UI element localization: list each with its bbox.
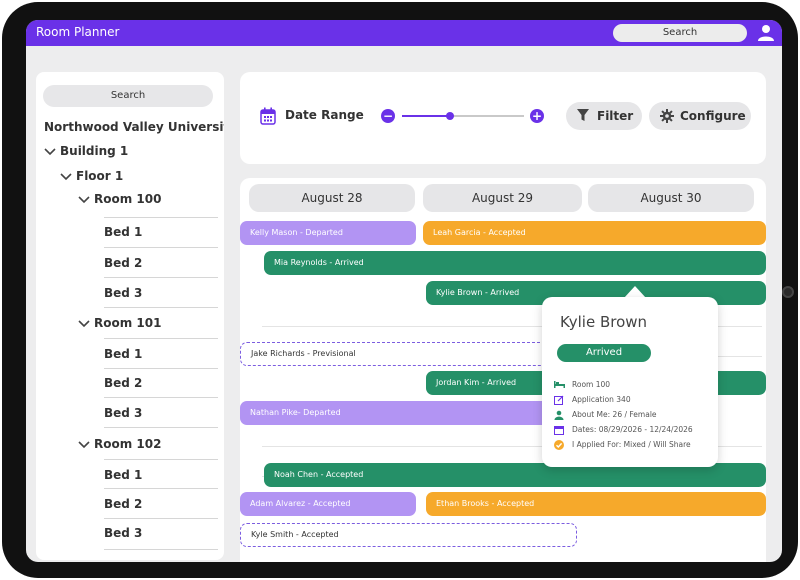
bed-icon: [554, 381, 565, 388]
booking-bar[interactable]: Nathan Pike- Departed: [240, 401, 580, 425]
sidebar-search-input[interactable]: Search: [43, 85, 213, 107]
divider: [104, 397, 218, 398]
tree-bed[interactable]: Bed 3: [104, 526, 142, 540]
divider: [104, 368, 218, 369]
popup-guest-name: Kylie Brown: [560, 313, 648, 331]
user-icon[interactable]: [756, 23, 776, 43]
tablet-frame: Room Planner Search Search Northwood Val…: [2, 2, 798, 578]
tree-bed[interactable]: Bed 2: [104, 376, 142, 390]
chevron-down-icon[interactable]: [60, 173, 72, 181]
camera-dot: [782, 286, 794, 298]
divider: [104, 549, 218, 550]
configure-button[interactable]: Configure: [649, 102, 751, 130]
divider: [104, 459, 218, 460]
divider: [104, 217, 218, 218]
divider: [104, 247, 218, 248]
booking-bar[interactable]: Kyle Smith - Accepted: [240, 523, 577, 547]
divider: [104, 338, 218, 339]
booking-bar[interactable]: Jake Richards - Previsional: [240, 342, 580, 366]
detail-text: Room 100: [572, 380, 611, 389]
detail-text: Dates: 08/29/2026 - 12/24/2026: [572, 425, 693, 434]
zoom-in-button[interactable]: +: [530, 109, 544, 123]
tree-bed[interactable]: Bed 3: [104, 406, 142, 420]
calendar-icon: [554, 426, 564, 435]
tree-building[interactable]: Building 1: [60, 144, 128, 158]
app-title: Room Planner: [36, 25, 120, 39]
sidebar: Search Northwood Valley University Build…: [36, 72, 224, 560]
booking-bar[interactable]: Leah Garcia - Accepted: [423, 221, 766, 245]
check-circle-icon: [554, 440, 564, 450]
detail-text: About Me: 26 / Female: [572, 410, 657, 419]
day-header: August 30: [588, 184, 754, 212]
person-icon: [554, 410, 564, 420]
chevron-down-icon[interactable]: [78, 320, 90, 328]
filter-button[interactable]: Filter: [566, 102, 642, 130]
booking-bar[interactable]: Adam Alvarez - Accepted: [240, 492, 416, 516]
divider: [104, 277, 218, 278]
tree-bed[interactable]: Bed 2: [104, 256, 142, 270]
top-bar: Room Planner Search: [26, 20, 782, 46]
day-header: August 28: [249, 184, 415, 212]
slider-fill: [402, 115, 450, 117]
gear-icon: [660, 109, 674, 123]
tree-bed[interactable]: Bed 1: [104, 225, 142, 239]
status-badge: Arrived: [557, 344, 651, 362]
booking-bar[interactable]: Kelly Mason - Departed: [240, 221, 416, 245]
edit-icon: [554, 395, 564, 405]
chevron-down-icon[interactable]: [78, 441, 90, 449]
detail-text: I Applied For: Mixed / Will Share: [572, 440, 691, 449]
date-range-label: Date Range: [285, 108, 364, 122]
slider-knob[interactable]: [445, 112, 454, 120]
booking-bar[interactable]: Mia Reynolds - Arrived: [264, 251, 766, 275]
tree-room-101[interactable]: Room 101: [94, 316, 161, 330]
divider: [104, 427, 218, 428]
tree-bed[interactable]: Bed 2: [104, 497, 142, 511]
tree-bed[interactable]: Bed 1: [104, 347, 142, 361]
tree-bed[interactable]: Bed 1: [104, 468, 142, 482]
detail-text: Application 340: [572, 395, 631, 404]
day-header: August 29: [423, 184, 582, 212]
tree-bed[interactable]: Bed 3: [104, 286, 142, 300]
chevron-down-icon[interactable]: [78, 196, 90, 204]
toolbar: Date Range − + Filter Configure: [240, 72, 766, 164]
divider: [104, 488, 218, 489]
filter-icon: [577, 109, 589, 121]
chevron-down-icon[interactable]: [44, 148, 56, 156]
tree-room-102[interactable]: Room 102: [94, 437, 161, 451]
zoom-out-button[interactable]: −: [381, 109, 395, 123]
app-screen: Room Planner Search Search Northwood Val…: [26, 20, 782, 562]
calendar-icon: [260, 107, 276, 125]
configure-label: Configure: [680, 109, 746, 123]
tree-floor[interactable]: Floor 1: [76, 169, 123, 183]
filter-label: Filter: [597, 109, 634, 123]
top-search-input[interactable]: Search: [613, 24, 747, 42]
divider: [104, 307, 218, 308]
booking-bar[interactable]: Ethan Brooks - Accepted: [426, 492, 766, 516]
divider: [104, 518, 218, 519]
booking-detail-popup: Kylie Brown Arrived Room 100 Application…: [542, 297, 718, 467]
tree-room-100[interactable]: Room 100: [94, 192, 161, 206]
zoom-slider[interactable]: [402, 112, 524, 120]
university-title[interactable]: Northwood Valley University: [44, 120, 224, 134]
